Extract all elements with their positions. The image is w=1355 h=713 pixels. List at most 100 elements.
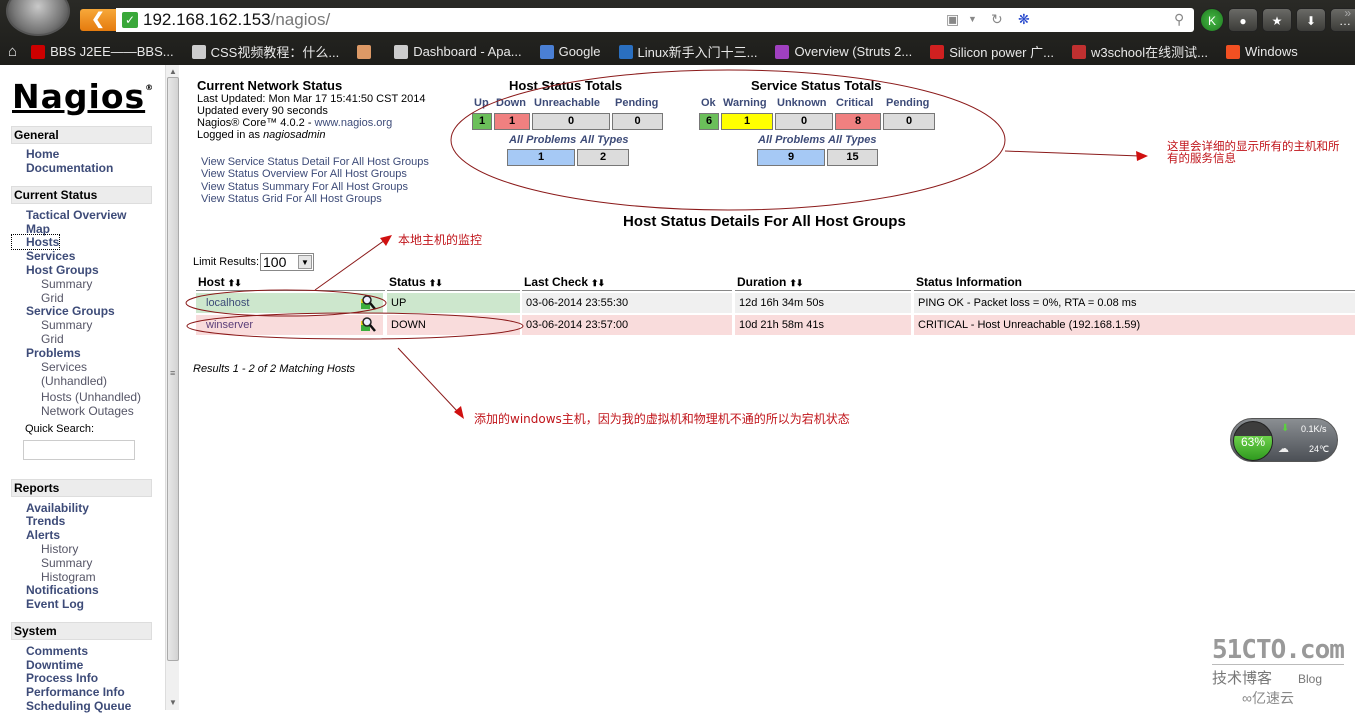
nagios-org-link[interactable]: www.nagios.org (315, 117, 393, 129)
address-bar[interactable]: ✓ 192.168.162.153/nagios/ ▣ ▼ ↻ ❋ ⚲ (116, 8, 1194, 32)
column-duration[interactable]: Duration ⬆⬇ (735, 273, 911, 291)
nav-problems-services-unhandled[interactable]: (Unhandled) (41, 374, 107, 388)
search-icon[interactable]: ⚲ (1174, 11, 1184, 28)
nav-home[interactable]: Home (26, 147, 59, 161)
host-all-types-count[interactable]: 2 (577, 149, 629, 166)
download-button[interactable]: ⬇ (1296, 8, 1326, 32)
nav-problems-hosts[interactable]: Hosts (41, 390, 72, 404)
quick-search-input[interactable] (23, 440, 135, 460)
label-up[interactable]: Up (474, 97, 489, 109)
service-ok-count[interactable]: 6 (699, 113, 719, 130)
sort-arrows-icon[interactable]: ⬆⬇ (591, 278, 605, 288)
service-all-problems-count[interactable]: 9 (757, 149, 825, 166)
label-warning[interactable]: Warning (723, 97, 767, 109)
label-critical[interactable]: Critical (836, 97, 873, 109)
bookmark-item[interactable]: BBS J2EE——BBS... (31, 44, 174, 59)
bookmark-item[interactable]: CSS视频教程：什么... (191, 42, 339, 61)
nav-documentation[interactable]: Documentation (26, 161, 113, 175)
host-unreachable-count[interactable]: 0 (532, 113, 610, 130)
nav-comments[interactable]: Comments (26, 644, 88, 658)
kaspersky-button[interactable]: K (1200, 8, 1224, 32)
host-up-count[interactable]: 1 (472, 113, 492, 130)
lock-button[interactable]: ● (1228, 8, 1258, 32)
service-all-types-count[interactable]: 15 (827, 149, 878, 166)
host-link[interactable]: localhost (200, 297, 249, 309)
host-link[interactable]: winserver (200, 319, 253, 331)
nav-map[interactable]: Map (26, 222, 50, 236)
label-service-all-types[interactable]: All Types (828, 134, 877, 146)
nav-host-groups[interactable]: Host Groups (26, 263, 99, 277)
service-pending-count[interactable]: 0 (883, 113, 935, 130)
nav-problems-services[interactable]: Services (41, 360, 87, 374)
scrollbar-thumb[interactable]: ≡ (167, 77, 179, 661)
nav-process-info[interactable]: Process Info (26, 671, 98, 685)
link-status-summary[interactable]: View Status Summary For All Host Groups (201, 181, 408, 193)
label-pending[interactable]: Pending (615, 97, 658, 109)
nav-trends[interactable]: Trends (26, 514, 65, 528)
nav-problems[interactable]: Problems (26, 346, 81, 360)
nav-alerts-history[interactable]: History (41, 542, 78, 556)
label-ok[interactable]: Ok (701, 97, 716, 109)
link-service-status-detail[interactable]: View Service Status Detail For All Host … (201, 156, 429, 168)
popup-blocker-icon[interactable]: ▣ (946, 11, 959, 28)
sort-arrows-icon[interactable]: ⬆⬇ (429, 278, 443, 288)
nav-alerts-summary[interactable]: Summary (41, 556, 92, 570)
label-down[interactable]: Down (496, 97, 526, 109)
bookmark-item[interactable] (357, 44, 376, 59)
bookmark-item[interactable]: w3school在线测试... (1071, 42, 1208, 61)
nav-downtime[interactable]: Downtime (26, 658, 83, 672)
chevron-down-icon[interactable]: ▼ (968, 14, 977, 24)
sidebar-scrollbar[interactable]: ▲ ≡ ▼ (165, 65, 179, 710)
bookmark-item[interactable]: Linux新手入门十三... (618, 42, 757, 61)
nav-service-groups[interactable]: Service Groups (26, 304, 115, 318)
host-detail-magnifier-icon[interactable] (360, 316, 376, 332)
baidu-search-icon[interactable]: ❋ (1018, 11, 1030, 28)
label-unknown[interactable]: Unknown (777, 97, 827, 109)
bookmark-item[interactable]: Silicon power 广... (930, 42, 1054, 61)
bookmark-item[interactable]: Windows (1226, 44, 1298, 59)
url-text[interactable]: 192.168.162.153/nagios/ (143, 10, 330, 30)
nav-tactical-overview[interactable]: Tactical Overview (26, 208, 127, 222)
service-unknown-count[interactable]: 0 (775, 113, 833, 130)
bookmark-item[interactable]: Overview (Struts 2... (775, 44, 912, 59)
back-button[interactable]: ❮ (80, 9, 116, 31)
nav-event-log[interactable]: Event Log (26, 597, 84, 611)
service-critical-count[interactable]: 8 (835, 113, 881, 130)
nav-performance-info[interactable]: Performance Info (26, 685, 125, 699)
nav-alerts-histogram[interactable]: Histogram (41, 570, 96, 584)
sort-arrows-icon[interactable]: ⬆⬇ (789, 278, 803, 288)
nav-scheduling-queue[interactable]: Scheduling Queue (26, 699, 131, 713)
link-status-grid[interactable]: View Status Grid For All Host Groups (201, 193, 382, 205)
nav-service-groups-grid[interactable]: Grid (41, 332, 64, 346)
label-unreachable[interactable]: Unreachable (534, 97, 600, 109)
sort-arrows-icon[interactable]: ⬆⬇ (228, 278, 242, 288)
nav-problems-hosts-unhandled[interactable]: (Unhandled) (75, 390, 141, 404)
label-service-all-problems[interactable]: All Problems (758, 134, 825, 146)
nav-availability[interactable]: Availability (26, 501, 89, 515)
column-last-check[interactable]: Last Check ⬆⬇ (522, 273, 732, 291)
limit-results-select[interactable]: 100 ▼ (260, 253, 314, 271)
nav-host-groups-summary[interactable]: Summary (41, 277, 92, 291)
service-warning-count[interactable]: 1 (721, 113, 773, 130)
favorites-button[interactable]: ★ (1262, 8, 1292, 32)
label-host-all-types[interactable]: All Types (580, 134, 629, 146)
host-detail-magnifier-icon[interactable] (360, 294, 376, 310)
user-avatar[interactable] (6, 0, 70, 36)
bookmark-item[interactable]: Google (539, 44, 601, 59)
column-host[interactable]: Host ⬆⬇ (196, 273, 385, 291)
host-pending-count[interactable]: 0 (612, 113, 663, 130)
bookmark-item[interactable]: Dashboard - Apa... (394, 44, 522, 59)
home-button[interactable]: ⌂ (8, 43, 17, 60)
reload-icon[interactable]: ↻ (991, 11, 1003, 28)
label-host-all-problems[interactable]: All Problems (509, 134, 576, 146)
nav-hosts[interactable]: Hosts (10, 234, 61, 250)
nagios-logo[interactable]: Nagios® (12, 77, 154, 116)
nav-network-outages[interactable]: Network Outages (41, 404, 134, 418)
column-status[interactable]: Status ⬆⬇ (387, 273, 520, 291)
host-down-count[interactable]: 1 (494, 113, 530, 130)
link-status-overview[interactable]: View Status Overview For All Host Groups (201, 168, 407, 180)
nav-service-groups-summary[interactable]: Summary (41, 318, 92, 332)
bookmarks-overflow-icon[interactable]: » (1344, 6, 1351, 20)
nav-host-groups-grid[interactable]: Grid (41, 291, 64, 305)
menu-button[interactable]: … (1330, 8, 1355, 32)
